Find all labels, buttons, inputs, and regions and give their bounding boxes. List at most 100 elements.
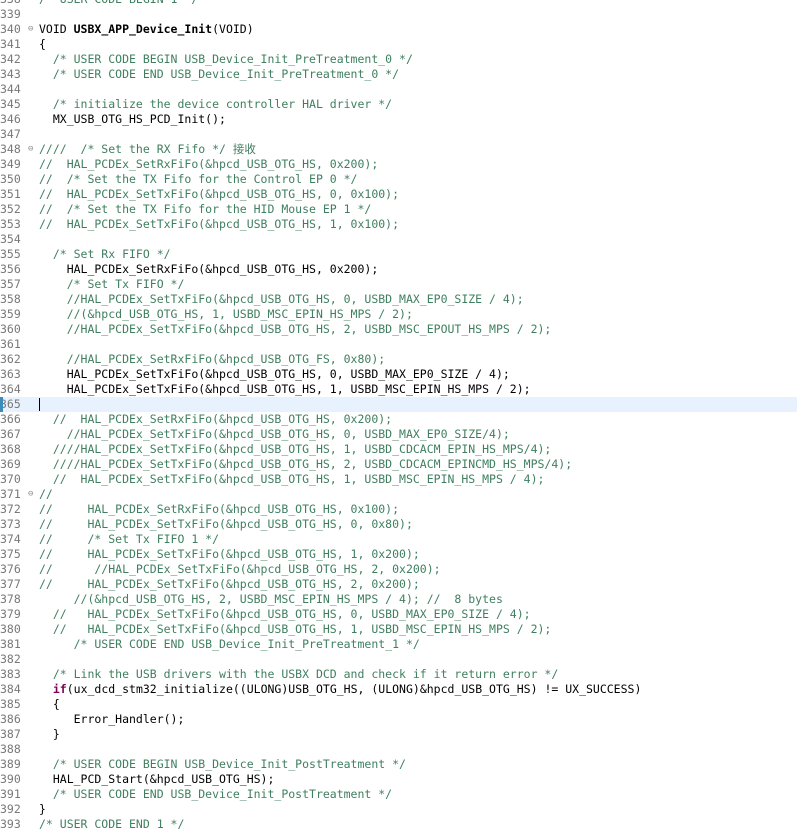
code-line[interactable]: 391 /* USER CODE END USB_Device_Init_Pos… — [0, 787, 797, 802]
code-line[interactable]: 377 // HAL_PCDEx_SetTxFiFo(&hpcd_USB_OTG_… — [0, 577, 797, 592]
code-line[interactable]: 345 /* initialize the device controller … — [0, 97, 797, 112]
code-line[interactable]: 378 //(&hpcd_USB_OTG_HS, 2, USBD_MSC_EPI… — [0, 592, 797, 607]
line-code-text: { — [39, 37, 46, 51]
code-line[interactable]: 338 /* USER CODE BEGIN 1 */ — [0, 0, 797, 7]
line-code-text: /* initialize the device controller HAL … — [39, 97, 393, 111]
code-line[interactable]: 372 // HAL_PCDEx_SetRxFiFo(&hpcd_USB_OTG_… — [0, 502, 797, 517]
line-number: 352 — [0, 202, 21, 216]
code-line[interactable]: 393 /* USER CODE END 1 */ — [0, 817, 797, 832]
code-line[interactable]: 363 HAL_PCDEx_SetTxFiFo(&hpcd_USB_OTG_HS… — [0, 367, 797, 382]
code-line[interactable]: 367 //HAL_PCDEx_SetTxFiFo(&hpcd_USB_OTG_… — [0, 427, 797, 442]
code-line[interactable]: 375 // HAL_PCDEx_SetTxFiFo(&hpcd_USB_OTG_… — [0, 547, 797, 562]
code-line[interactable]: 346 MX_USB_OTG_HS_PCD_Init(); — [0, 112, 797, 127]
line-code-text: HAL_PCDEx_SetRxFiFo(&hpcd_USB_OTG_HS, 0x… — [39, 262, 379, 276]
line-number: 390 — [0, 772, 21, 786]
line-number: 344 — [0, 82, 21, 96]
code-line[interactable]: 344 — [0, 82, 797, 97]
code-line[interactable]: 349 // HAL_PCDEx_SetRxFiFo(&hpcd_USB_OTG_… — [0, 157, 797, 172]
code-line[interactable]: 348 ⊖//// /* Set the RX Fifo */ 接收 — [0, 142, 797, 157]
code-line[interactable]: 358 //HAL_PCDEx_SetTxFiFo(&hpcd_USB_OTG_… — [0, 292, 797, 307]
code-line[interactable]: 343 /* USER CODE END USB_Device_Init_Pre… — [0, 67, 797, 82]
code-line[interactable]: 350 // /* Set the TX Fifo for the Control… — [0, 172, 797, 187]
code-line[interactable]: 376 // //HAL_PCDEx_SetTxFiFo(&hpcd_USB_OT… — [0, 562, 797, 577]
code-line[interactable]: 352 // /* Set the TX Fifo for the HID Mou… — [0, 202, 797, 217]
code-line[interactable]: 380 // HAL_PCDEx_SetTxFiFo(&hpcd_USB_OTG… — [0, 622, 797, 637]
code-line[interactable]: 384 if(ux_dcd_stm32_initialize((ULONG)US… — [0, 682, 797, 697]
line-code-text: if(ux_dcd_stm32_initialize((ULONG)USB_OT… — [39, 682, 642, 697]
line-number: 363 — [0, 367, 21, 381]
code-line[interactable]: 388 — [0, 742, 797, 757]
fold-toggle-icon[interactable]: ⊖ — [28, 142, 38, 157]
line-number: 366 — [0, 412, 21, 426]
code-line[interactable]: 342 /* USER CODE BEGIN USB_Device_Init_P… — [0, 52, 797, 67]
line-number: 362 — [0, 352, 21, 366]
code-line[interactable]: 373 // HAL_PCDEx_SetTxFiFo(&hpcd_USB_OTG_… — [0, 517, 797, 532]
line-code-text: /* USER CODE BEGIN 1 */ — [39, 0, 198, 7]
code-line[interactable]: 351 // HAL_PCDEx_SetTxFiFo(&hpcd_USB_OTG_… — [0, 187, 797, 202]
line-code-text: //// /* Set the RX Fifo */ 接收 — [39, 142, 256, 156]
code-line[interactable]: 385 { — [0, 697, 797, 712]
code-token: (VOID) — [212, 22, 254, 36]
line-number: 385 — [0, 697, 21, 711]
line-number: 369 — [0, 457, 21, 471]
fold-toggle-icon[interactable]: ⊖ — [28, 487, 38, 502]
code-line[interactable]: 357 /* Set Tx FIFO */ — [0, 277, 797, 292]
code-line[interactable]: 369 ////HAL_PCDEx_SetTxFiFo(&hpcd_USB_OT… — [0, 457, 797, 472]
line-number: 379 — [0, 607, 21, 621]
code-line[interactable]: 361 — [0, 337, 797, 352]
line-number: 372 — [0, 502, 21, 516]
fold-toggle-icon[interactable]: ⊖ — [28, 22, 38, 37]
code-line[interactable]: 340 ⊖ VOID USBX_APP_Device_Init(VOID) — [0, 22, 797, 37]
code-line[interactable]: 360 //HAL_PCDEx_SetTxFiFo(&hpcd_USB_OTG_… — [0, 322, 797, 337]
code-line[interactable]: 339 — [0, 7, 797, 22]
code-line[interactable]: 341 { — [0, 37, 797, 52]
code-line[interactable]: 383 /* Link the USB drivers with the USB… — [0, 667, 797, 682]
code-line[interactable]: 374 // /* Set Tx FIFO 1 */ — [0, 532, 797, 547]
line-number: 354 — [0, 232, 21, 246]
line-code-text: // /* Set the TX Fifo for the Control EP… — [39, 172, 358, 186]
code-line[interactable]: 362 //HAL_PCDEx_SetRxFiFo(&hpcd_USB_OTG_… — [0, 352, 797, 367]
code-line[interactable]: 359 //(&hpcd_USB_OTG_HS, 1, USBD_MSC_EPI… — [0, 307, 797, 322]
line-number: 358 — [0, 292, 21, 306]
code-line[interactable]: 371 ⊖// — [0, 487, 797, 502]
line-code-text: ////HAL_PCDEx_SetTxFiFo(&hpcd_USB_OTG_HS… — [39, 457, 573, 471]
code-line[interactable]: 389 /* USER CODE BEGIN USB_Device_Init_P… — [0, 757, 797, 772]
code-line[interactable]: 364 HAL_PCDEx_SetTxFiFo(&hpcd_USB_OTG_HS… — [0, 382, 797, 397]
code-line[interactable]: 390 HAL_PCD_Start(&hpcd_USB_OTG_HS); — [0, 772, 797, 787]
code-line[interactable]: 392} — [0, 802, 797, 817]
line-code-text: // HAL_PCDEx_SetTxFiFo(&hpcd_USB_OTG_HS,… — [39, 547, 420, 561]
line-code-text: // //HAL_PCDEx_SetTxFiFo(&hpcd_USB_OTG_H… — [39, 562, 441, 576]
line-number: 383 — [0, 667, 21, 681]
code-line[interactable]: 365 — [0, 397, 797, 412]
code-line[interactable]: 370 // HAL_PCDEx_SetTxFiFo(&hpcd_USB_OTG… — [0, 472, 797, 487]
code-token: (ux_dcd_stm32_initialize((ULONG)USB_OTG_… — [66, 682, 642, 696]
code-line[interactable]: 379 // HAL_PCDEx_SetTxFiFo(&hpcd_USB_OTG… — [0, 607, 797, 622]
line-number: 347 — [0, 127, 21, 141]
code-line[interactable]: 356 HAL_PCDEx_SetRxFiFo(&hpcd_USB_OTG_HS… — [0, 262, 797, 277]
line-number: 378 — [0, 592, 21, 606]
code-line[interactable]: 355 /* Set Rx FIFO */ — [0, 247, 797, 262]
code-line[interactable]: 347 — [0, 127, 797, 142]
code-line[interactable]: 381 /* USER CODE END USB_Device_Init_Pre… — [0, 637, 797, 652]
line-number: 361 — [0, 337, 21, 351]
text-caret — [39, 398, 40, 411]
code-line[interactable]: 366 // HAL_PCDEx_SetRxFiFo(&hpcd_USB_OTG… — [0, 412, 797, 427]
code-line[interactable]: 354 — [0, 232, 797, 247]
line-number: 393 — [0, 817, 21, 831]
line-number: 388 — [0, 742, 21, 756]
code-line[interactable]: 386 Error_Handler(); — [0, 712, 797, 727]
line-code-text: /* USER CODE BEGIN USB_Device_Init_PreTr… — [39, 52, 413, 66]
code-token: USBX_APP_Device_Init — [73, 22, 213, 36]
code-line[interactable]: 382 — [0, 652, 797, 667]
code-line[interactable]: 368 ////HAL_PCDEx_SetTxFiFo(&hpcd_USB_OT… — [0, 442, 797, 457]
line-number: 376 — [0, 562, 21, 576]
line-code-text: // HAL_PCDEx_SetTxFiFo(&hpcd_USB_OTG_HS,… — [39, 187, 400, 201]
line-number: 365 — [0, 397, 21, 411]
line-code-text: // HAL_PCDEx_SetTxFiFo(&hpcd_USB_OTG_HS,… — [39, 472, 545, 486]
code-line[interactable]: 387 } — [0, 727, 797, 742]
code-line[interactable]: 353 // HAL_PCDEx_SetTxFiFo(&hpcd_USB_OTG_… — [0, 217, 797, 232]
code-editor[interactable]: 338/* USER CODE BEGIN 1 */339340⊖VOID US… — [0, 0, 797, 836]
line-number: 392 — [0, 802, 21, 816]
line-code-text: // /* Set Tx FIFO 1 */ — [39, 532, 220, 546]
